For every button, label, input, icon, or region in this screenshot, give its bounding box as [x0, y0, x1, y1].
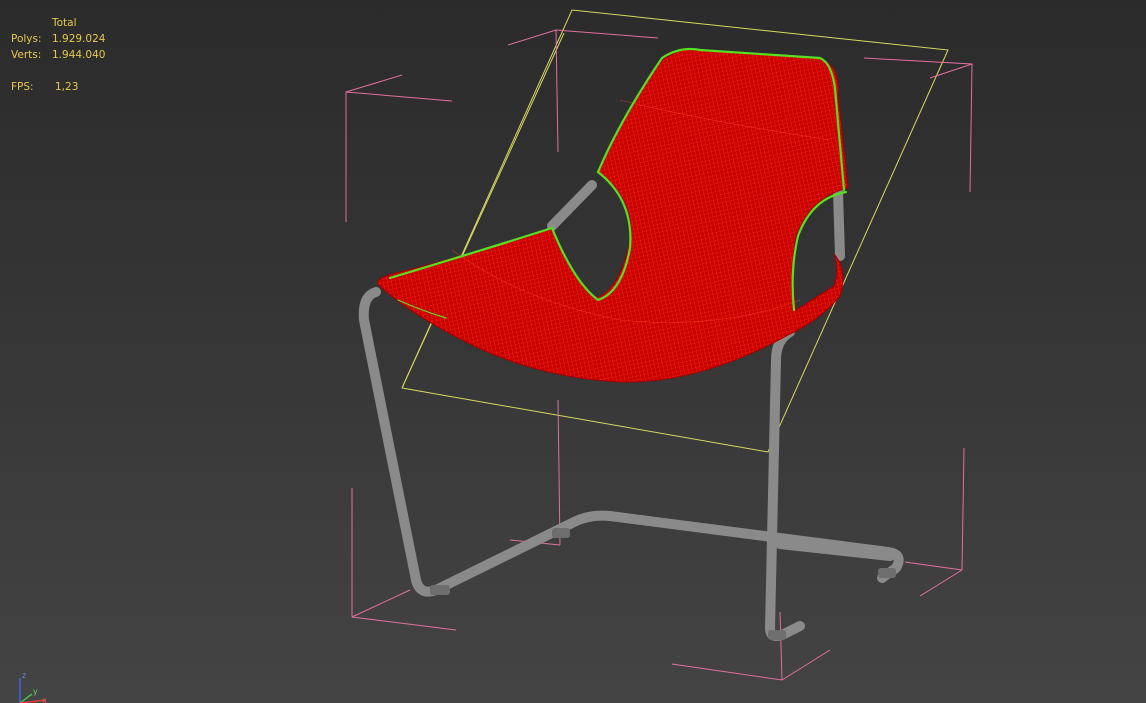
scene-canvas[interactable]: z y x: [0, 0, 1146, 703]
polys-value: 1.929.024: [52, 33, 106, 45]
stats-header: Total: [52, 17, 77, 29]
axis-z-label: z: [22, 671, 26, 680]
perspective-viewport[interactable]: z y x Total Polys: 1.929.024 Verts: 1.94…: [0, 0, 1146, 703]
axis-y-label: y: [33, 687, 38, 696]
fps-value: 1,23: [55, 81, 79, 93]
axis-x-label: x: [42, 696, 47, 703]
verts-value: 1.944.040: [52, 49, 106, 61]
fps-label: FPS:: [11, 81, 34, 93]
verts-label: Verts:: [11, 49, 42, 61]
seat-sling: [377, 48, 849, 383]
polys-label: Polys:: [11, 33, 42, 45]
